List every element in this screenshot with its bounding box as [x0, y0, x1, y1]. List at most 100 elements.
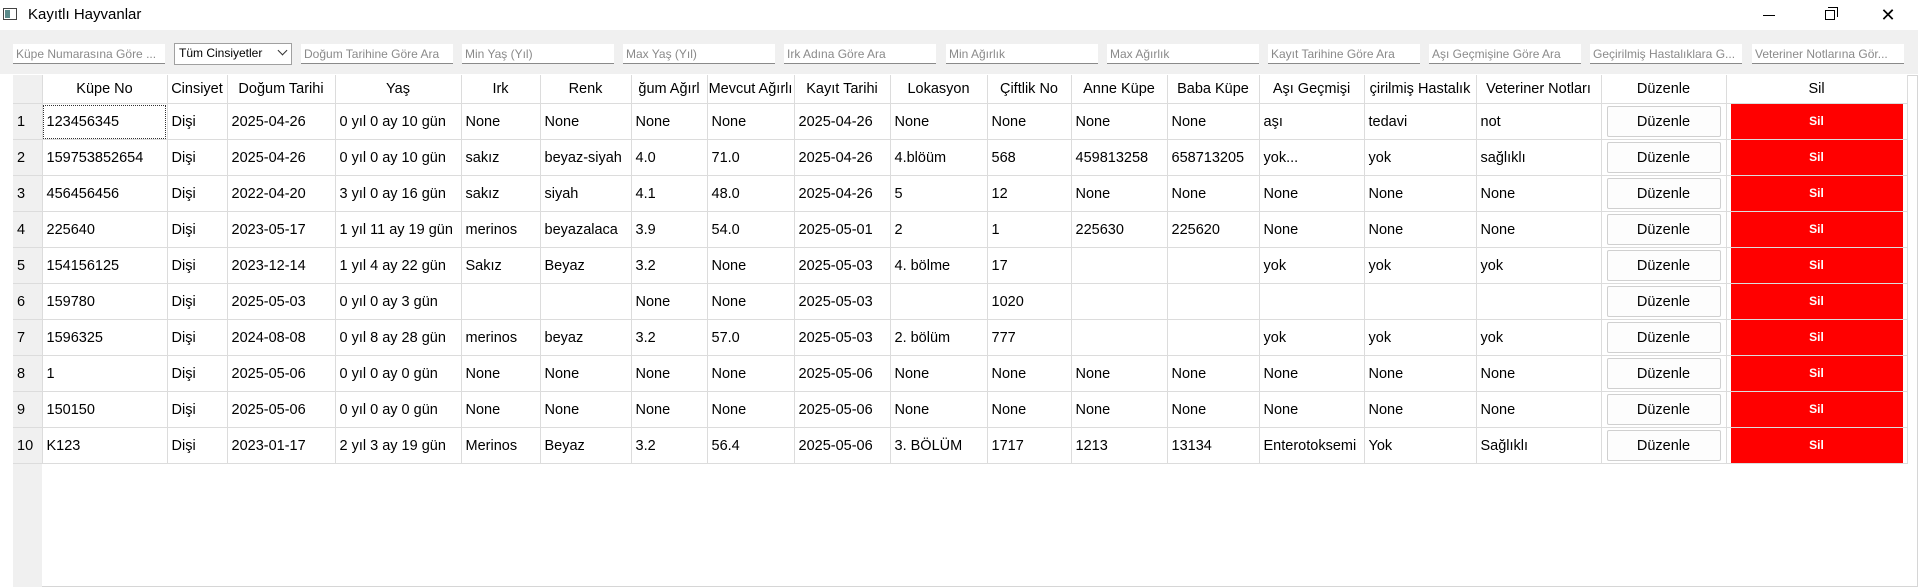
edit-button[interactable]: Düzenle [1606, 214, 1721, 245]
table-cell[interactable]: sakız [461, 139, 541, 176]
table-cell[interactable]: None [1071, 175, 1168, 212]
table-cell[interactable]: 2025-04-26 [794, 175, 891, 212]
row-number[interactable]: 6 [13, 283, 43, 320]
table-cell[interactable]: 0 yıl 8 ay 28 gün [335, 319, 462, 356]
table-row[interactable]: 1 123456345 Dişi 2025-04-26 0 yıl 0 ay 10 gü… [13, 103, 1908, 140]
table-cell[interactable]: Enterotoksemi [1259, 427, 1365, 464]
minimize-button[interactable] [1746, 0, 1792, 30]
table-cell[interactable]: 3.2 [631, 427, 708, 464]
table-row[interactable]: 7 1596325 Dişi 2024-08-08 0 yıl 8 ay 28 gün m… [13, 319, 1908, 356]
table-cell[interactable]: None [987, 103, 1072, 140]
table-cell[interactable]: 459813258 [1071, 139, 1168, 176]
min-yas-filter-input[interactable] [462, 44, 614, 64]
table-cell[interactable]: 48.0 [707, 175, 795, 212]
table-cell[interactable]: 5 [890, 175, 988, 212]
table-cell[interactable]: 3.2 [631, 319, 708, 356]
table-cell[interactable] [890, 283, 988, 320]
table-cell[interactable]: None [631, 103, 708, 140]
kupe-filter-input[interactable] [13, 44, 165, 64]
column-header[interactable]: Düzenle [1601, 75, 1727, 104]
table-cell[interactable]: None [540, 103, 632, 140]
row-number[interactable]: 7 [13, 319, 43, 356]
asi-gecmisi-filter-input[interactable] [1429, 44, 1581, 64]
table-cell[interactable]: 2025-05-06 [227, 355, 336, 392]
row-number[interactable]: 2 [13, 139, 43, 176]
hastalik-filter-input[interactable] [1590, 44, 1742, 64]
table-cell[interactable]: 2025-05-03 [227, 283, 336, 320]
table-cell[interactable]: 2025-04-26 [794, 139, 891, 176]
table-cell[interactable]: tedavi [1364, 103, 1477, 140]
delete-button[interactable]: Sil [1730, 392, 1903, 427]
table-cell[interactable]: 2 [890, 211, 988, 248]
table-cell[interactable] [540, 283, 632, 320]
table-cell[interactable]: merinos [461, 319, 541, 356]
delete-button[interactable]: Sil [1730, 284, 1903, 319]
table-cell[interactable]: 225640 [42, 211, 168, 248]
column-header[interactable]: Yaş [335, 75, 462, 104]
table-cell[interactable]: 154156125 [42, 247, 168, 284]
table-cell[interactable]: 2025-05-06 [794, 391, 891, 428]
table-cell[interactable]: 123456345 [42, 103, 168, 140]
table-cell[interactable]: None [1167, 391, 1260, 428]
table-cell[interactable]: Dişi [167, 175, 228, 212]
table-cell[interactable]: yok [1259, 247, 1365, 284]
table-row[interactable]: 6 159780 Dişi 2025-05-03 0 yıl 0 ay 3 gün Non… [13, 283, 1908, 320]
table-cell[interactable]: None [1167, 175, 1260, 212]
delete-button[interactable]: Sil [1730, 140, 1903, 175]
table-cell[interactable]: None [1476, 355, 1602, 392]
table-cell[interactable] [1071, 283, 1168, 320]
table-cell[interactable]: Dişi [167, 355, 228, 392]
table-cell[interactable]: 568 [987, 139, 1072, 176]
table-cell[interactable]: Dişi [167, 319, 228, 356]
row-number[interactable]: 9 [13, 391, 43, 428]
table-cell[interactable]: yok [1364, 139, 1477, 176]
table-cell[interactable]: 56.4 [707, 427, 795, 464]
edit-button[interactable]: Düzenle [1606, 250, 1721, 281]
table-cell[interactable]: None [631, 355, 708, 392]
table-cell[interactable]: 2025-04-26 [227, 139, 336, 176]
edit-button[interactable]: Düzenle [1606, 142, 1721, 173]
table-cell[interactable]: 2025-05-01 [794, 211, 891, 248]
table-cell[interactable]: None [707, 391, 795, 428]
edit-button[interactable]: Düzenle [1606, 178, 1721, 209]
table-cell[interactable]: 2 yıl 3 ay 19 gün [335, 427, 462, 464]
table-row[interactable]: 4 225640 Dişi 2023-05-17 1 yıl 11 ay 19 gün m… [13, 211, 1908, 248]
table-cell[interactable]: Dişi [167, 391, 228, 428]
table-cell[interactable]: 159780 [42, 283, 168, 320]
delete-button[interactable]: Sil [1730, 104, 1903, 139]
veteriner-notlari-filter-input[interactable] [1752, 44, 1904, 64]
table-corner[interactable] [13, 75, 43, 104]
table-cell[interactable]: None [707, 355, 795, 392]
cinsiyet-select[interactable]: Tüm Cinsiyetler [174, 43, 292, 65]
table-cell[interactable]: None [890, 103, 988, 140]
table-cell[interactable]: 2023-01-17 [227, 427, 336, 464]
table-cell[interactable]: 3. BÖLÜM [890, 427, 988, 464]
table-cell[interactable]: 57.0 [707, 319, 795, 356]
delete-button[interactable]: Sil [1730, 248, 1903, 283]
column-header[interactable]: çirilmiş Hastalık [1364, 75, 1477, 104]
table-cell[interactable]: None [890, 355, 988, 392]
table-cell[interactable]: None [1259, 391, 1365, 428]
table-cell[interactable]: Yok [1364, 427, 1477, 464]
table-cell[interactable]: 4.1 [631, 175, 708, 212]
table-cell[interactable]: None [540, 391, 632, 428]
table-cell[interactable]: sağlıklı [1476, 139, 1602, 176]
table-cell[interactable]: yok [1476, 247, 1602, 284]
table-cell[interactable]: 1020 [987, 283, 1072, 320]
table-cell[interactable]: None [707, 283, 795, 320]
table-cell[interactable] [1259, 283, 1365, 320]
column-header[interactable]: Renk [540, 75, 632, 104]
table-cell[interactable]: None [540, 355, 632, 392]
table-row[interactable]: 9 150150 Dişi 2025-05-06 0 yıl 0 ay 0 gün Non… [13, 391, 1908, 428]
table-cell[interactable]: 2025-05-06 [794, 427, 891, 464]
column-header[interactable]: Küpe No [42, 75, 168, 104]
table-cell[interactable]: 2025-04-26 [794, 103, 891, 140]
table-cell[interactable]: 0 yıl 0 ay 10 gün [335, 139, 462, 176]
column-header[interactable]: Irk [461, 75, 541, 104]
max-yas-filter-input[interactable] [623, 44, 775, 64]
table-cell[interactable]: 150150 [42, 391, 168, 428]
table-cell[interactable]: None [1364, 391, 1477, 428]
table-cell[interactable]: None [1167, 355, 1260, 392]
table-cell[interactable]: None [631, 283, 708, 320]
column-header[interactable]: Lokasyon [890, 75, 988, 104]
